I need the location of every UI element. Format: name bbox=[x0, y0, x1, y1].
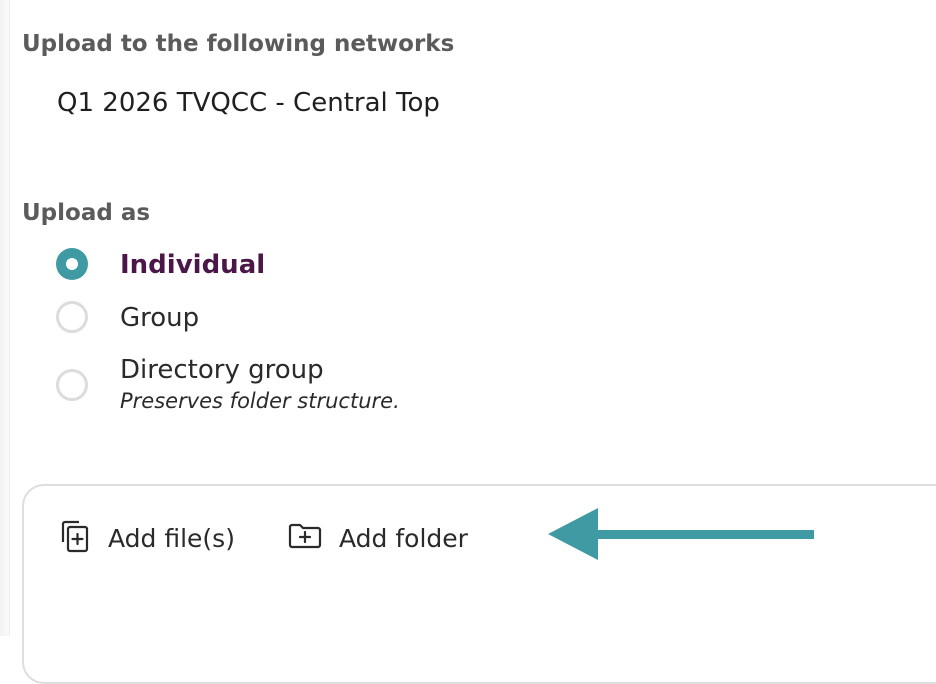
radio-option-individual[interactable]: Individual bbox=[56, 248, 265, 282]
left-panel-edge bbox=[0, 0, 10, 636]
add-folder-label: Add folder bbox=[339, 523, 468, 553]
add-files-button[interactable]: Add file(s) bbox=[56, 518, 235, 558]
network-name: Q1 2026 TVQCC - Central Top bbox=[57, 88, 440, 118]
upload-as-heading: Upload as bbox=[22, 200, 151, 226]
add-folder-button[interactable]: Add folder bbox=[287, 518, 468, 558]
left-arrow-icon bbox=[548, 508, 818, 566]
add-folder-icon bbox=[287, 518, 323, 558]
networks-heading: Upload to the following networks bbox=[22, 31, 455, 57]
radio-label-individual: Individual bbox=[120, 250, 266, 280]
radio-label-directory-group: Directory group bbox=[120, 355, 324, 385]
radio-hint-directory-group: Preserves folder structure. bbox=[120, 389, 400, 413]
radio-button-directory-group[interactable] bbox=[56, 369, 88, 401]
radio-option-group[interactable]: Group bbox=[56, 301, 199, 335]
add-file-icon bbox=[56, 518, 92, 558]
radio-label-group: Group bbox=[120, 303, 200, 333]
radio-option-directory-group[interactable]: Directory group Preserves folder structu… bbox=[56, 353, 400, 413]
radio-button-individual[interactable] bbox=[56, 248, 88, 280]
add-files-label: Add file(s) bbox=[108, 523, 235, 553]
radio-button-group[interactable] bbox=[56, 301, 88, 333]
